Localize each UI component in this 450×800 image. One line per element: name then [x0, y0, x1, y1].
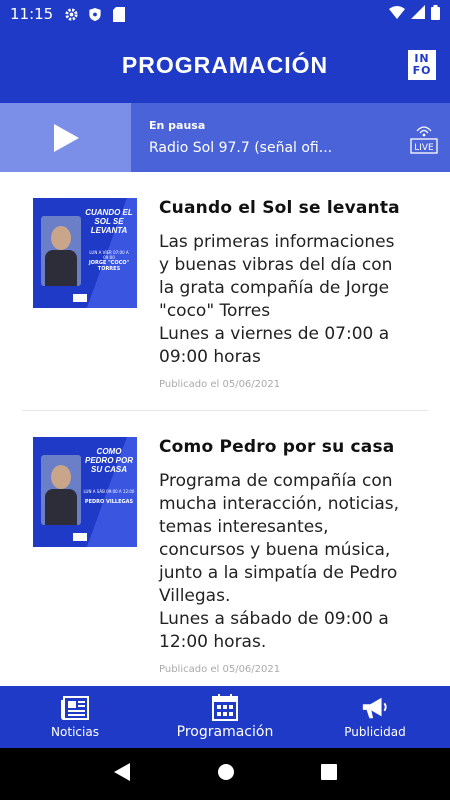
nav-label: Programación	[176, 724, 274, 740]
shield-icon	[87, 6, 103, 22]
program-description: Las primeras informaciones y buenas vibr…	[159, 232, 395, 367]
newspaper-icon	[61, 695, 89, 721]
program-thumbnail: COMO PEDRO POR SU CASA LUN A SÁB 09:00 A…	[33, 437, 137, 547]
thumb-title: CUANDO EL SOL SE LEVANTA	[85, 208, 133, 235]
play-icon	[53, 123, 79, 152]
system-nav-bar	[0, 748, 450, 800]
status-time: 11:15	[10, 5, 54, 23]
thumb-schedule: LUN A VIER 07:00 A 09:00	[89, 250, 129, 260]
battery-icon	[431, 4, 440, 24]
program-date: Publicado el 05/06/2021	[159, 379, 281, 390]
status-bar: 11:15	[0, 0, 450, 28]
sd-card-icon	[111, 6, 127, 22]
recents-icon[interactable]	[321, 764, 337, 784]
thumb-schedule: LUN A SÁB 09:00 A 12:00	[83, 489, 135, 494]
play-button[interactable]	[0, 103, 131, 172]
program-list[interactable]: CUANDO EL SOL SE LEVANTA LUN A VIER 07:0…	[0, 172, 450, 686]
live-icon[interactable]: LIVE	[410, 123, 438, 155]
gear-icon	[63, 6, 79, 22]
list-item[interactable]: COMO PEDRO POR SU CASA LUN A SÁB 09:00 A…	[22, 411, 428, 686]
home-icon[interactable]	[217, 763, 235, 785]
info-label-bottom: FO	[412, 64, 432, 77]
player-status: En pausa	[149, 119, 206, 132]
radio-logo	[73, 294, 87, 302]
live-label: LIVE	[414, 143, 434, 153]
program-title: Cuando el Sol se levanta	[159, 198, 400, 218]
megaphone-icon	[361, 695, 389, 721]
nav-label: Publicidad	[344, 725, 406, 739]
radio-player: En pausa Radio Sol 97.7 (señal ofi... LI…	[0, 103, 450, 172]
nav-item-publicidad[interactable]: Publicidad	[300, 686, 450, 748]
program-title: Como Pedro por su casa	[159, 437, 395, 457]
nav-label: Noticias	[51, 725, 99, 739]
bottom-nav: Noticias Programación Publicidad	[0, 686, 450, 748]
nav-item-noticias[interactable]: Noticias	[0, 686, 150, 748]
wifi-icon	[389, 5, 405, 23]
app-bar: PROGRAMACIÓN IN FO	[0, 28, 450, 103]
page-title: PROGRAMACIÓN	[121, 52, 329, 78]
nav-item-programacion[interactable]: Programación	[150, 686, 300, 748]
list-item[interactable]: CUANDO EL SOL SE LEVANTA LUN A VIER 07:0…	[22, 172, 428, 411]
info-button[interactable]: IN FO	[408, 50, 436, 80]
thumb-title: COMO PEDRO POR SU CASA	[84, 447, 133, 474]
player-info: En pausa Radio Sol 97.7 (señal ofi...	[131, 103, 450, 172]
program-date: Publicado el 05/06/2021	[159, 664, 281, 675]
thumb-host: PEDRO VILLEGAS	[84, 499, 134, 505]
back-icon[interactable]	[113, 762, 131, 786]
thumb-host: JORGE "COCO" TORRES	[88, 260, 130, 272]
radio-logo	[73, 533, 87, 541]
program-thumbnail: CUANDO EL SOL SE LEVANTA LUN A VIER 07:0…	[33, 198, 137, 308]
program-description: Programa de compañía con mucha interacci…	[159, 471, 400, 652]
signal-icon	[411, 5, 425, 23]
calendar-icon	[211, 694, 239, 721]
player-station: Radio Sol 97.7 (señal ofi...	[149, 140, 333, 156]
